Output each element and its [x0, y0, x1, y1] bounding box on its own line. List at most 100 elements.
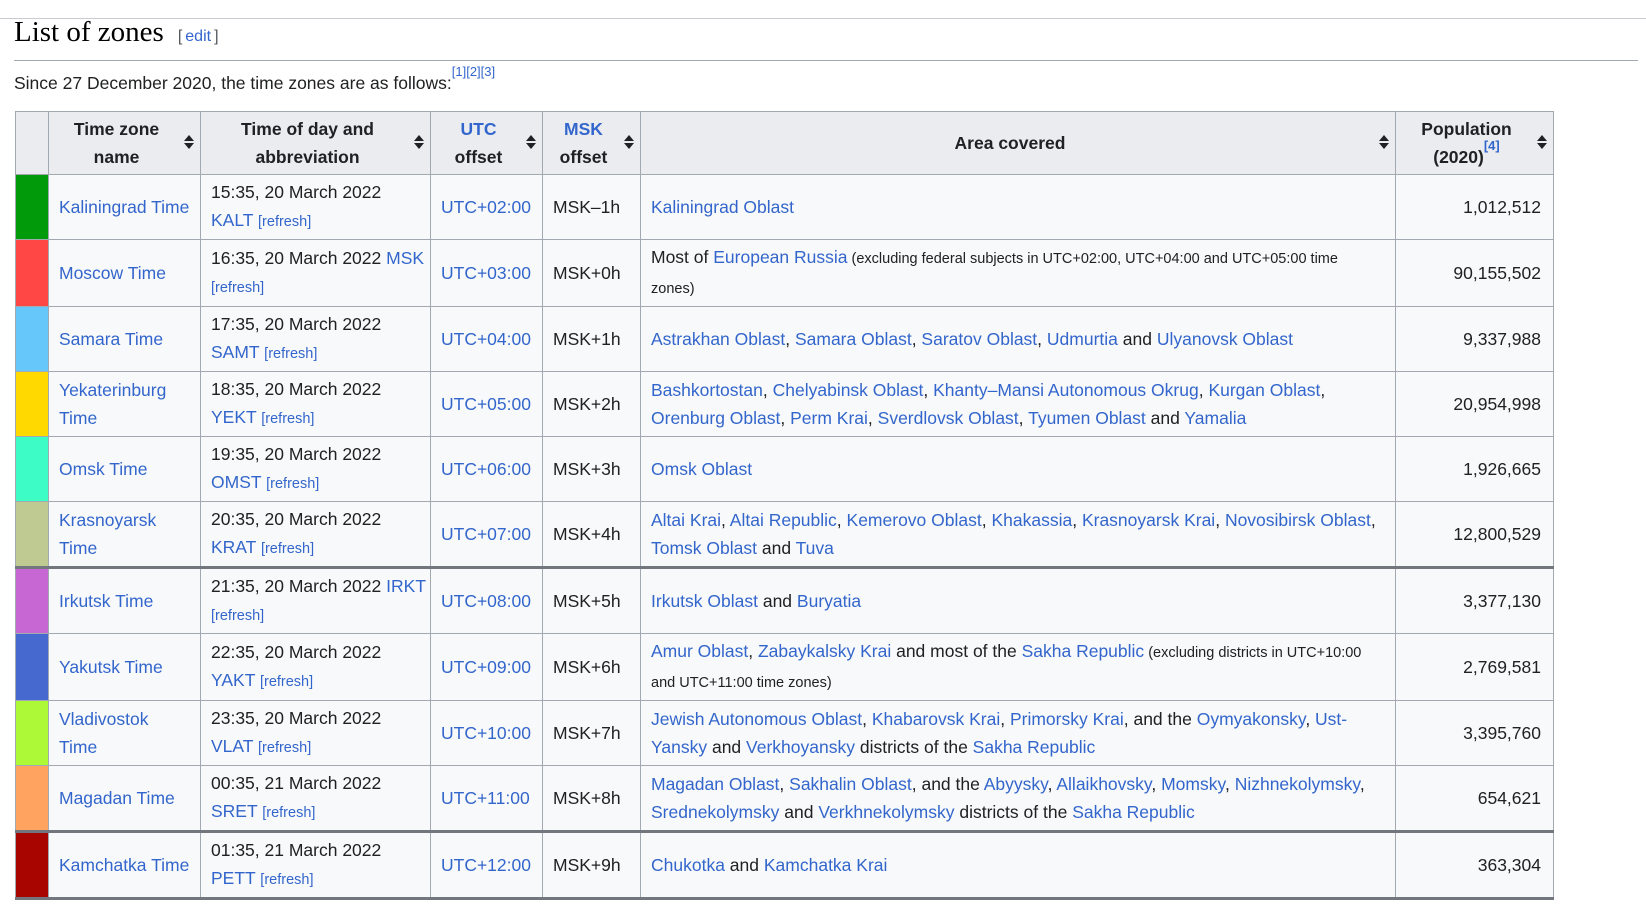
abbreviation-link[interactable]: SRET [211, 801, 257, 821]
timezone-link[interactable]: Omsk Time [59, 459, 147, 479]
area-link[interactable]: Khanty–Mansi Autonomous Okrug [933, 380, 1199, 400]
edit-link[interactable]: edit [185, 28, 211, 45]
area-link[interactable]: Tuva [796, 538, 834, 558]
reference-link-4[interactable]: [4] [1484, 138, 1500, 153]
area-link[interactable]: Kaliningrad Oblast [651, 197, 794, 217]
area-link[interactable]: Srednekolymsky [651, 802, 779, 822]
col-header-population[interactable]: Population(2020)[4] [1396, 112, 1554, 175]
abbreviation-link[interactable]: OMST [211, 472, 261, 492]
utc-offset-link[interactable]: UTC+04:00 [441, 329, 531, 349]
area-link[interactable]: Zabaykalsky Krai [758, 641, 891, 661]
area-link[interactable]: Tomsk Oblast [651, 538, 757, 558]
utc-offset-link[interactable]: UTC+10:00 [441, 723, 531, 743]
utc-offset-link[interactable]: UTC+06:00 [441, 459, 531, 479]
area-link[interactable]: Udmurtia [1047, 329, 1118, 349]
utc-offset-link[interactable]: UTC+03:00 [441, 263, 531, 283]
timezone-link[interactable]: Moscow Time [59, 263, 166, 283]
reference-link-3[interactable]: [3] [481, 64, 495, 79]
abbreviation-link[interactable]: VLAT [211, 736, 253, 756]
area-link[interactable]: Khakassia [991, 510, 1072, 530]
area-link[interactable]: Verkhnekolymsky [818, 802, 954, 822]
utc-offset-link[interactable]: UTC+12:00 [441, 855, 531, 875]
reference-link-2[interactable]: [2] [466, 64, 480, 79]
reference-link-1[interactable]: [1] [452, 64, 466, 79]
utc-offset-header-link[interactable]: UTC [461, 119, 497, 139]
timezone-link[interactable]: Magadan Time [59, 788, 175, 808]
area-link[interactable]: Bashkortostan [651, 380, 763, 400]
utc-offset-link[interactable]: UTC+11:00 [441, 788, 530, 808]
area-link[interactable]: Ulyanovsk Oblast [1157, 329, 1293, 349]
refresh-link[interactable]: [refresh] [264, 346, 317, 362]
abbreviation-link[interactable]: KRAT [211, 537, 256, 557]
refresh-link[interactable]: [refresh] [261, 541, 314, 557]
refresh-link[interactable]: [refresh] [261, 411, 314, 427]
abbreviation-link[interactable]: KALT [211, 210, 253, 230]
timezone-link[interactable]: Samara Time [59, 329, 163, 349]
area-link[interactable]: Sverdlovsk Oblast [878, 408, 1019, 428]
refresh-link[interactable]: [refresh] [258, 740, 311, 756]
area-link[interactable]: Oymyakonsky [1197, 709, 1306, 729]
area-link[interactable]: Saratov Oblast [921, 329, 1037, 349]
timezone-link[interactable]: Yekaterinburg Time [59, 380, 166, 428]
area-link[interactable]: Amur Oblast [651, 641, 748, 661]
abbreviation-link[interactable]: YAKT [211, 670, 255, 690]
area-link[interactable]: Irkutsk Oblast [651, 591, 758, 611]
utc-offset-link[interactable]: UTC+07:00 [441, 524, 531, 544]
timezone-link[interactable]: Krasnoyarsk Time [59, 510, 156, 558]
utc-offset-link[interactable]: UTC+09:00 [441, 657, 531, 677]
refresh-link[interactable]: [refresh] [266, 476, 319, 492]
area-link[interactable]: Verkhoyansky [746, 737, 855, 757]
refresh-link[interactable]: [refresh] [260, 872, 313, 888]
area-link[interactable]: Sakha Republic [1072, 802, 1195, 822]
area-link[interactable]: Kurgan Oblast [1208, 380, 1320, 400]
abbreviation-link[interactable]: SAMT [211, 342, 259, 362]
area-link[interactable]: Altai Republic [730, 510, 837, 530]
area-link[interactable]: Samara Oblast [795, 329, 912, 349]
area-link[interactable]: Buryatia [797, 591, 861, 611]
area-link[interactable]: Abyysky [984, 774, 1048, 794]
refresh-link[interactable]: [refresh] [211, 608, 264, 624]
area-link[interactable]: Jewish Autonomous Oblast [651, 709, 862, 729]
area-link[interactable]: Khabarovsk Krai [872, 709, 1000, 729]
utc-offset-link[interactable]: UTC+05:00 [441, 394, 531, 414]
refresh-link[interactable]: [refresh] [260, 674, 313, 690]
area-link[interactable]: Allaikhovsky [1056, 774, 1151, 794]
refresh-link[interactable]: [refresh] [258, 214, 311, 230]
msk-offset-header-link[interactable]: MSK [564, 119, 603, 139]
area-link[interactable]: Orenburg Oblast [651, 408, 780, 428]
timezone-link[interactable]: Kamchatka Time [59, 855, 189, 875]
refresh-link[interactable]: [refresh] [262, 805, 315, 821]
area-link[interactable]: Nizhnekolymsky [1235, 774, 1360, 794]
area-link[interactable]: Chukotka [651, 855, 725, 875]
area-link[interactable]: Magadan Oblast [651, 774, 779, 794]
abbreviation-link[interactable]: PETT [211, 868, 255, 888]
timezone-link[interactable]: Irkutsk Time [59, 591, 153, 611]
area-link[interactable]: Astrakhan Oblast [651, 329, 785, 349]
area-link[interactable]: Sakha Republic [1022, 641, 1145, 661]
area-link[interactable]: Omsk Oblast [651, 459, 752, 479]
col-header-timezone-name[interactable]: Time zonename [49, 112, 201, 175]
utc-offset-link[interactable]: UTC+08:00 [441, 591, 531, 611]
col-header-utc-offset[interactable]: UTCoffset [431, 112, 543, 175]
timezone-link[interactable]: Kaliningrad Time [59, 197, 189, 217]
abbreviation-link[interactable]: IRKT [386, 576, 426, 596]
area-link[interactable]: Altai Krai [651, 510, 721, 530]
abbreviation-link[interactable]: MSK [386, 248, 424, 268]
area-link[interactable]: Kemerovo Oblast [847, 510, 982, 530]
utc-offset-link[interactable]: UTC+02:00 [441, 197, 531, 217]
refresh-link[interactable]: [refresh] [211, 280, 264, 296]
area-link[interactable]: European Russia [713, 247, 847, 267]
timezone-link[interactable]: Vladivostok Time [59, 709, 149, 757]
area-link[interactable]: Novosibirsk Oblast [1225, 510, 1371, 530]
col-header-area-covered[interactable]: Area covered [641, 112, 1396, 175]
area-link[interactable]: Primorsky Krai [1010, 709, 1124, 729]
abbreviation-link[interactable]: YEKT [211, 407, 256, 427]
area-link[interactable]: Sakha Republic [973, 737, 1096, 757]
area-link[interactable]: Momsky [1161, 774, 1225, 794]
col-header-time-of-day[interactable]: Time of day andabbreviation [201, 112, 431, 175]
col-header-msk-offset[interactable]: MSKoffset [543, 112, 641, 175]
area-link[interactable]: Yamalia [1184, 408, 1246, 428]
area-link[interactable]: Tyumen Oblast [1028, 408, 1146, 428]
area-link[interactable]: Chelyabinsk Oblast [773, 380, 924, 400]
area-link[interactable]: Sakhalin Oblast [789, 774, 912, 794]
